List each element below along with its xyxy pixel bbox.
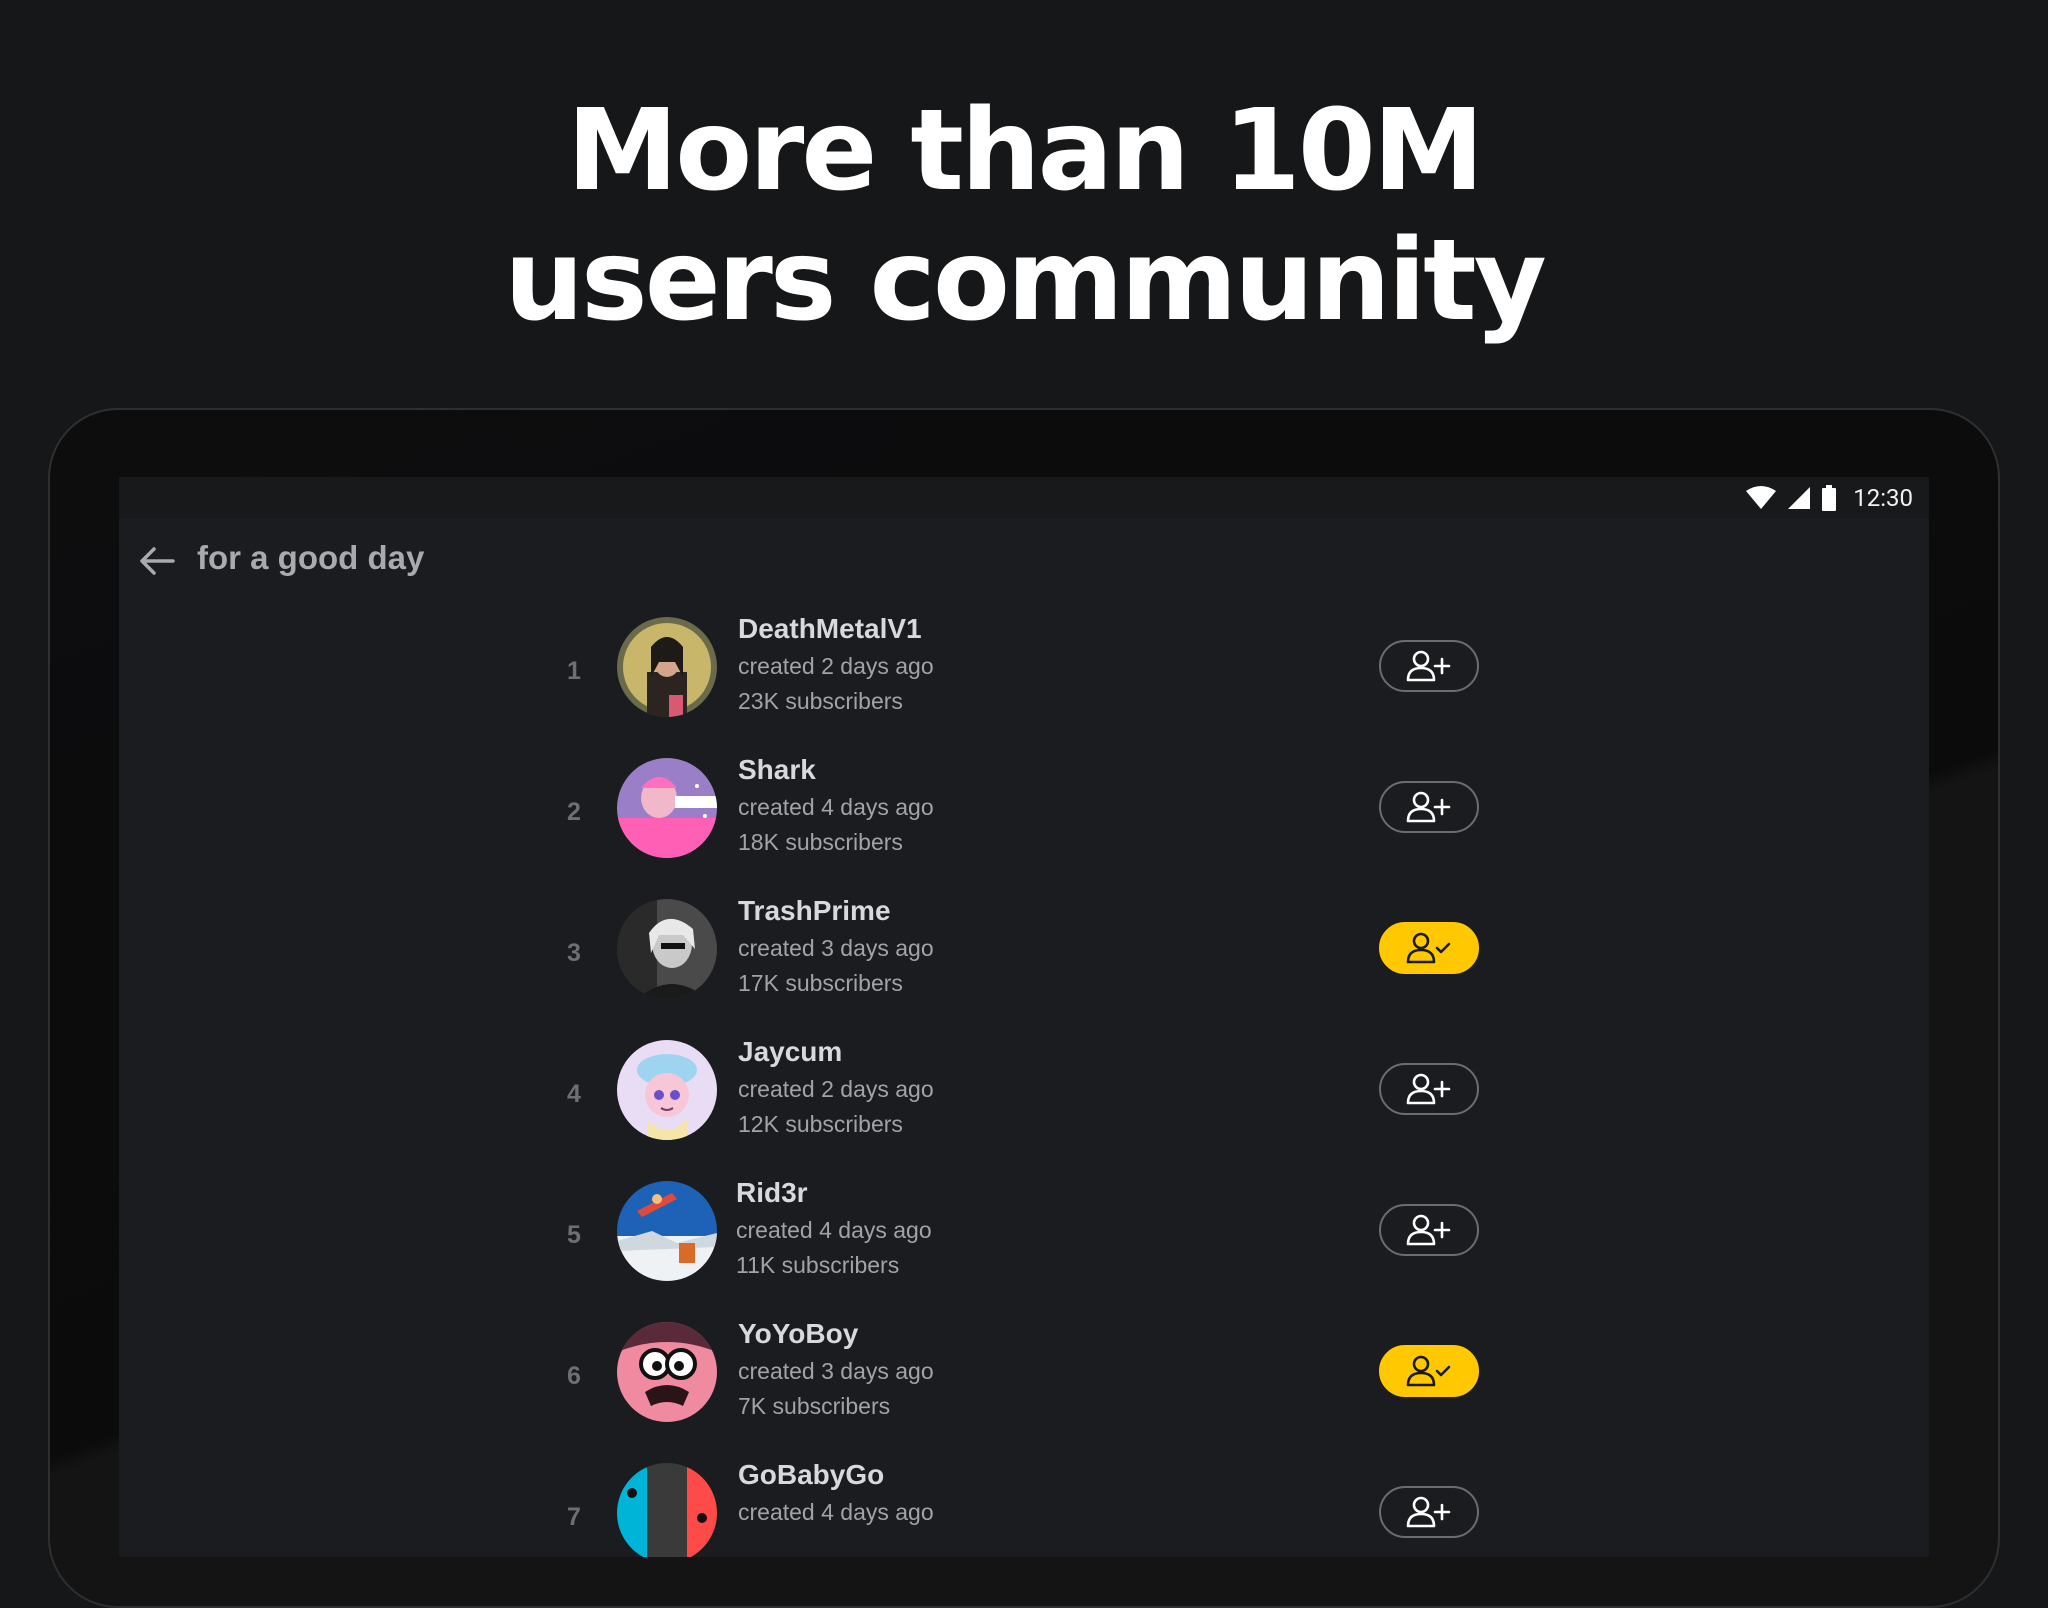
app-bar: for a good day [119,519,1929,603]
list-item[interactable]: 7 GoBabyGo created 4 days ago [119,1453,1929,1557]
follow-button[interactable] [1379,781,1479,833]
page-title: for a good day [197,539,425,576]
subscriber-count: 12K subscribers [738,1111,903,1137]
rank-number: 5 [567,1221,581,1249]
list-item[interactable]: 6 YoYoBoy created 3 days ago 7K subscrib… [119,1312,1929,1453]
rank-number: 4 [567,1080,581,1108]
add-user-icon [1406,1214,1451,1246]
subscriber-count: 7K subscribers [738,1393,891,1419]
following-button[interactable] [1379,922,1479,974]
username[interactable]: Rid3r [736,1177,808,1209]
subscriber-count: 17K subscribers [738,970,903,996]
username[interactable]: Shark [738,754,816,786]
created-text: created 3 days ago [738,1358,934,1384]
avatar[interactable] [617,617,717,717]
back-button[interactable] [137,541,177,581]
created-text: created 4 days ago [738,794,934,820]
avatar[interactable] [617,1463,717,1557]
add-user-icon [1406,650,1451,682]
subscriber-count: 18K subscribers [738,829,903,855]
created-text: created 3 days ago [738,935,934,961]
add-user-icon [1406,791,1451,823]
avatar[interactable] [617,758,717,858]
subscriber-count: 11K subscribers [736,1252,900,1278]
arrow-left-icon [140,547,175,575]
rank-number: 7 [567,1503,581,1531]
created-text: created 2 days ago [738,653,934,679]
rank-number: 6 [567,1362,581,1390]
headline: More than 10M users community [0,86,2048,346]
username[interactable]: Jaycum [738,1036,842,1068]
follow-button[interactable] [1379,1063,1479,1115]
cell-signal-icon [1788,487,1811,509]
user-check-icon [1406,932,1451,964]
rank-number: 2 [567,798,581,826]
list-item[interactable]: 4 Jaycum created 2 days ago 12K subscrib… [119,1030,1929,1171]
follow-button[interactable] [1379,1204,1479,1256]
headline-line-1: More than 10M [566,86,1484,216]
status-time: 12:30 [1853,484,1913,512]
avatar[interactable] [617,899,717,999]
app-screen: 12:30 for a good day 1 DeathMetalV1 crea… [119,477,1929,1557]
created-text: created 4 days ago [738,1499,934,1525]
list-item[interactable]: 5 Rid3r created 4 days ago 11K subscribe… [119,1171,1929,1312]
follow-button[interactable] [1379,640,1479,692]
created-text: created 2 days ago [738,1076,934,1102]
add-user-icon [1406,1073,1451,1105]
subscriber-count: 23K subscribers [738,688,903,714]
status-bar: 12:30 [119,477,1929,519]
username[interactable]: YoYoBoy [738,1318,858,1350]
list-item[interactable]: 2 Shark created 4 days ago 18K subscribe… [119,748,1929,889]
rank-number: 1 [567,657,581,685]
follow-button[interactable] [1379,1486,1479,1538]
add-user-icon [1406,1496,1451,1528]
list-item[interactable]: 3 TrashPrime created 3 days ago 17K subs… [119,889,1929,1030]
created-text: created 4 days ago [736,1217,932,1243]
battery-icon [1822,485,1837,511]
user-check-icon [1406,1355,1451,1387]
rank-number: 3 [567,939,581,967]
username[interactable]: DeathMetalV1 [738,613,922,645]
list-item[interactable]: 1 DeathMetalV1 created 2 days ago 23K su… [119,607,1929,748]
following-button[interactable] [1379,1345,1479,1397]
wifi-icon [1746,486,1777,509]
avatar[interactable] [617,1181,717,1281]
headline-line-2: users community [504,216,1546,346]
username[interactable]: GoBabyGo [738,1459,884,1491]
avatar[interactable] [617,1322,717,1422]
avatar[interactable] [617,1040,717,1140]
username[interactable]: TrashPrime [738,895,891,927]
